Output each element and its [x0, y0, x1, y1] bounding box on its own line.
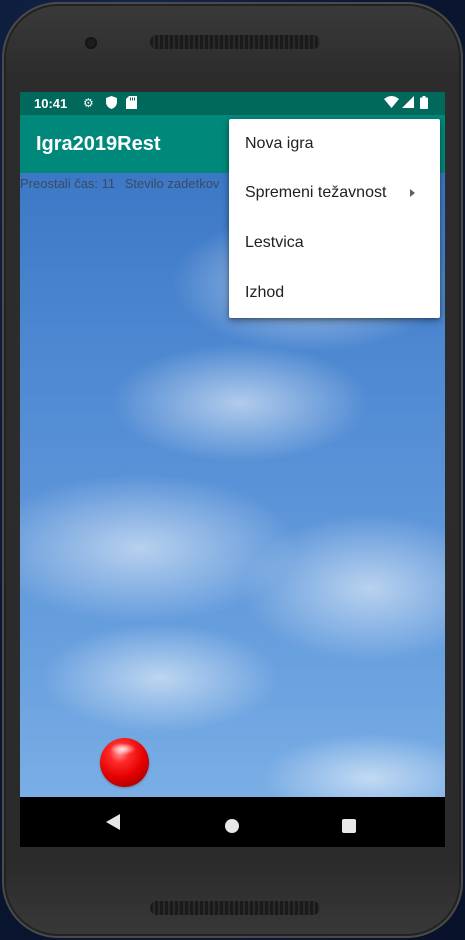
recents-icon[interactable] [342, 819, 356, 833]
hud-text: Preostali čas: 11 Stevilo zadetkov [20, 176, 225, 191]
menu-item-label: Spremeni težavnost [245, 184, 387, 201]
wifi-icon [384, 96, 399, 111]
signal-icon [402, 96, 414, 111]
app-title: Igra2019Rest [36, 133, 161, 155]
menu-item-label: Izhod [245, 284, 285, 301]
overflow-menu: Nova igra Spremeni težavnost Lestvica Iz… [229, 119, 440, 318]
back-icon[interactable] [106, 814, 120, 830]
status-bar: 10:41 ⚙ [20, 92, 445, 115]
cloud [260, 733, 445, 797]
menu-item-label: Nova igra [245, 135, 314, 152]
cloud [110, 343, 370, 463]
device-screen: 10:41 ⚙ Igra2019Rest Preostali čas: 11 S… [20, 92, 445, 847]
battery-icon [420, 96, 428, 112]
hits-label: Stevilo zadetkov [124, 176, 220, 191]
home-icon[interactable] [225, 819, 239, 833]
cloud [40, 623, 280, 733]
front-camera [85, 37, 97, 49]
menu-item-label: Lestvica [245, 234, 304, 251]
menu-item-lestvica[interactable]: Lestvica [229, 218, 440, 267]
bottom-speaker-grille [150, 901, 320, 915]
sd-card-icon [126, 96, 137, 112]
menu-item-izhod[interactable]: Izhod [229, 268, 440, 317]
red-ball-target[interactable] [100, 738, 149, 787]
status-time: 10:41 [34, 96, 68, 111]
time-left-label: Preostali čas: 11 [20, 176, 116, 191]
gear-icon: ⚙ [83, 96, 94, 110]
menu-item-nova-igra[interactable]: Nova igra [229, 119, 440, 168]
navigation-bar [20, 797, 445, 847]
top-speaker-grille [150, 35, 320, 49]
submenu-arrow-icon [410, 189, 415, 197]
shield-icon [106, 96, 117, 112]
menu-item-spremeni-tezavnost[interactable]: Spremeni težavnost [229, 168, 440, 217]
